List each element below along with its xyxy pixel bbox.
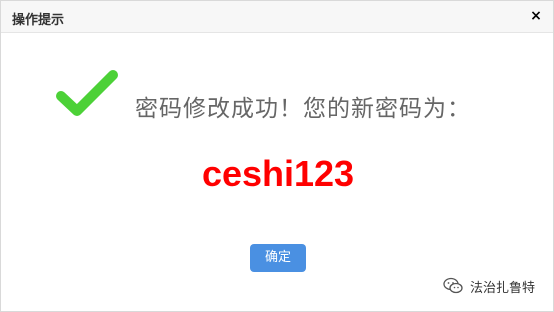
prompt-dialog: 操作提示 × 密码修改成功！您的新密码为： ceshi123 确定 xyxy=(0,0,554,312)
dialog-title: 操作提示 xyxy=(12,13,65,28)
success-message: 密码修改成功！您的新密码为： xyxy=(135,96,471,122)
success-check-icon xyxy=(56,70,118,116)
confirm-button[interactable]: 确定 xyxy=(250,244,306,272)
wechat-icon xyxy=(443,277,463,294)
dialog-titlebar: 操作提示 × xyxy=(1,1,553,33)
close-button[interactable]: × xyxy=(529,8,543,24)
watermark: 法治扎鲁特 xyxy=(443,275,535,297)
new-password-text: ceshi123 xyxy=(201,153,355,194)
watermark-text: 法治扎鲁特 xyxy=(470,280,536,296)
